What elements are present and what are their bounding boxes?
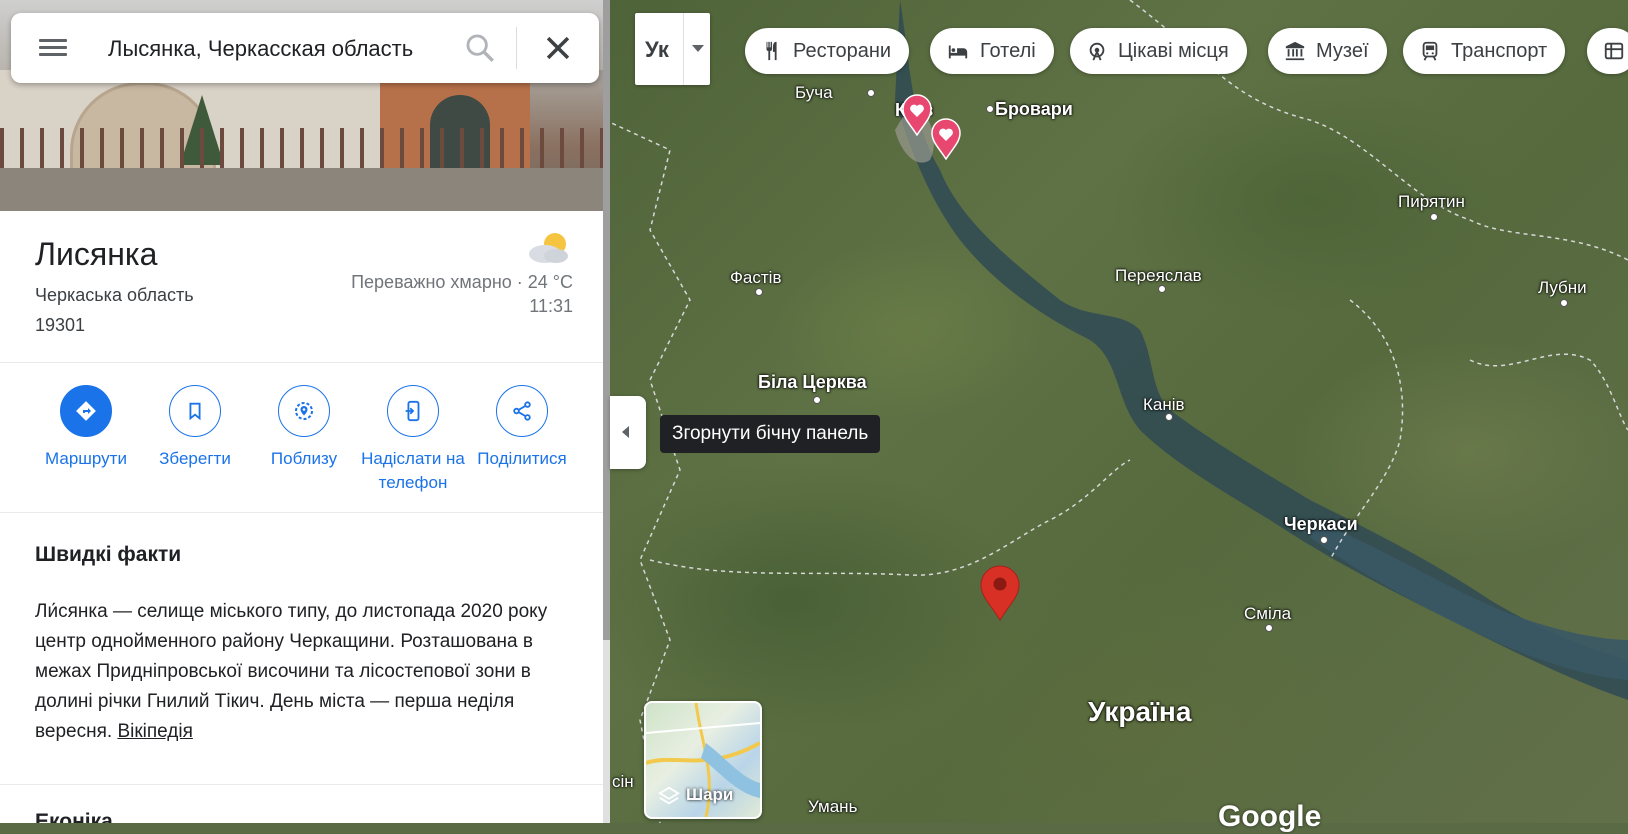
place-region: Черкаська область [35, 285, 194, 305]
weather-time: 11:31 [529, 296, 573, 316]
city-dot [1158, 285, 1166, 293]
wikipedia-link[interactable]: Вікіпедія [117, 721, 192, 742]
divider [0, 362, 603, 363]
divider [0, 512, 603, 513]
city-dot [755, 288, 763, 296]
send-to-phone-button[interactable]: Надіслати на телефон [358, 385, 468, 495]
directions-icon [76, 401, 96, 421]
nearby-button[interactable]: Поблизу [249, 385, 359, 471]
save-label: Зберегти [159, 449, 231, 468]
directions-button[interactable]: Маршрути [31, 385, 141, 471]
sidebar-scroll-thumb[interactable] [603, 0, 610, 640]
language-toggle-label: Ук [645, 37, 669, 62]
chip-hotels-label: Готелі [980, 39, 1036, 62]
place-label-brovary[interactable]: Бровари [995, 99, 1073, 120]
collapse-sidebar-button[interactable] [610, 396, 646, 469]
nearby-icon [295, 402, 313, 420]
place-label-kaniv[interactable]: Канів [1143, 395, 1185, 415]
place-label-smila[interactable]: Сміла [1244, 604, 1291, 624]
city-dot [867, 89, 875, 97]
place-label-pyriatyn[interactable]: Пирятин [1398, 192, 1465, 212]
city-dot [813, 396, 821, 404]
more-category-icon [1604, 42, 1624, 60]
layers-icon [658, 786, 680, 805]
partly-cloudy-icon [529, 233, 568, 263]
chip-restaurants[interactable]: Ресторани [745, 28, 910, 74]
hotel-icon [948, 45, 968, 59]
place-label-cherkasy[interactable]: Черкаси [1284, 514, 1358, 535]
chevron-left-icon [622, 426, 629, 438]
quick-facts-body: Ли́сянка — селище міського типу, до лист… [35, 601, 548, 742]
chip-transit[interactable]: Транспорт [1403, 28, 1566, 74]
send-to-phone-icon [405, 400, 420, 422]
place-label-bucha[interactable]: Буча [795, 83, 833, 103]
collapse-sidebar-tooltip: Згорнути бічну панель [660, 415, 881, 453]
menu-icon[interactable] [39, 35, 67, 61]
google-logo: Google [1218, 800, 1322, 833]
send-to-phone-label: Надіслати на телефон [361, 449, 465, 492]
weather-condition: Переважно хмарно · 24 °C [351, 272, 573, 292]
city-dot [1265, 624, 1273, 632]
sidebar: Лисянка Черкаська область 19301 Переважн… [0, 0, 603, 823]
share-button[interactable]: Поділитися [467, 385, 577, 471]
city-dot [1560, 299, 1568, 307]
restaurant-icon [766, 41, 777, 61]
place-label-edge[interactable]: сін [612, 772, 634, 792]
place-label-ukraine[interactable]: Україна [1088, 696, 1191, 728]
transit-icon [1422, 41, 1438, 61]
chip-hotels[interactable]: Готелі [930, 28, 1054, 74]
chip-transit-label: Транспорт [1451, 39, 1548, 62]
museum-icon [1285, 41, 1305, 61]
directions-label: Маршрути [45, 449, 127, 468]
search-box [11, 13, 599, 83]
chip-more[interactable] [1587, 28, 1628, 74]
place-postal-code: 19301 [35, 315, 86, 335]
layers-button[interactable]: Шари [644, 701, 762, 819]
search-input[interactable] [106, 31, 450, 67]
place-label-pereiaslav[interactable]: Переяслав [1115, 266, 1202, 286]
chip-museums[interactable]: Музеї [1268, 28, 1387, 74]
search-icon[interactable] [463, 31, 497, 65]
chip-museums-label: Музеї [1316, 39, 1369, 62]
language-layer-toggle[interactable]: Ук [635, 13, 710, 85]
save-button[interactable]: Зберегти [140, 385, 250, 471]
divider [0, 784, 603, 785]
close-icon[interactable] [541, 31, 575, 65]
chip-attractions-label: Цікаві місця [1118, 39, 1229, 62]
chevron-down-icon[interactable] [692, 45, 704, 52]
attraction-icon [1089, 42, 1105, 61]
search-divider [516, 27, 517, 69]
quick-facts-text: Ли́сянка — селище міського типу, до лист… [35, 597, 565, 747]
place-label-uman[interactable]: Умань [808, 797, 857, 817]
chip-attractions[interactable]: Цікаві місця [1070, 28, 1247, 74]
place-title: Лисянка [35, 236, 158, 272]
nearby-label: Поблизу [270, 449, 338, 468]
city-dot [1430, 213, 1438, 221]
next-section-heading: Еконіка [35, 810, 113, 823]
place-label-lubny[interactable]: Лубни [1538, 278, 1587, 298]
layers-label: Шари [686, 785, 734, 804]
action-bar: Маршрути Зберегти Поблизу Надіслати на т… [0, 385, 603, 505]
city-dot [1320, 536, 1328, 544]
share-label: Поділитися [477, 449, 567, 468]
city-dot [986, 105, 994, 113]
chip-restaurants-label: Ресторани [793, 39, 892, 62]
share-icon [513, 401, 531, 421]
selected-place-pin-icon[interactable] [980, 565, 1020, 621]
place-label-bila-tserkva[interactable]: Біла Церква [758, 372, 867, 393]
city-dot [1165, 413, 1173, 421]
bookmark-icon [189, 402, 201, 421]
saved-place-pin-icon[interactable] [931, 118, 961, 160]
quick-facts-title: Швидкі факти [35, 543, 182, 566]
place-label-fastiv[interactable]: Фастів [730, 268, 781, 288]
saved-place-pin-icon[interactable] [902, 94, 932, 136]
